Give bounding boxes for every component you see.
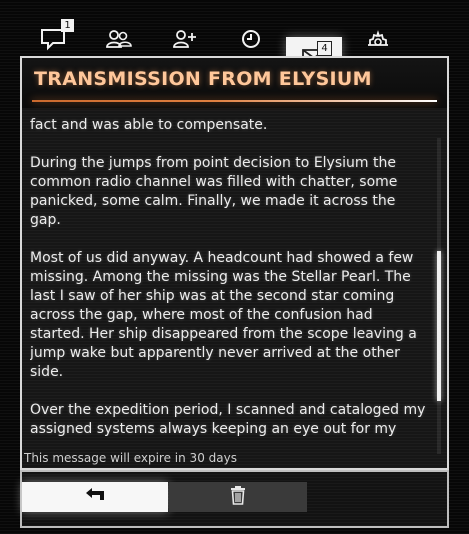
header-divider: [32, 100, 437, 102]
message-paragraph: Most of us did anyway. A headcount had s…: [30, 250, 417, 380]
message-paragraph: fact and was able to compensate.: [30, 117, 268, 133]
gear-icon: [363, 27, 393, 51]
message-body[interactable]: fact and was able to compensate. During …: [30, 116, 430, 436]
trash-icon: [229, 485, 247, 509]
inbox-badge: 4: [317, 41, 332, 56]
message-title: TRANSMISSION FROM ELYSIUM: [34, 68, 372, 90]
reply-button[interactable]: [22, 482, 168, 512]
message-paragraph: During the jumps from point decision to …: [30, 155, 398, 228]
chat-badge: 1: [61, 19, 74, 32]
add-friend-icon: [170, 27, 200, 51]
scrollbar-thumb[interactable]: [437, 251, 441, 401]
message-header: TRANSMISSION FROM ELYSIUM: [22, 58, 447, 108]
contacts-icon: [104, 27, 134, 51]
message-panel: TRANSMISSION FROM ELYSIUM fact and was a…: [20, 56, 449, 470]
reply-arrow-icon: [83, 487, 107, 507]
message-paragraph: Over the expedition period, I scanned an…: [30, 402, 426, 436]
tab-contacts[interactable]: [91, 20, 147, 58]
tab-bar: 1 4: [20, 12, 450, 77]
tab-history[interactable]: [223, 20, 279, 58]
tab-settings[interactable]: [350, 20, 406, 58]
clock-icon: [239, 27, 263, 51]
delete-button[interactable]: [169, 482, 307, 512]
action-bar: [20, 470, 449, 528]
tab-chat[interactable]: 1: [26, 19, 82, 58]
tab-add-friend[interactable]: [157, 20, 213, 58]
expiry-notice: This message will expire in 30 days: [24, 451, 237, 465]
